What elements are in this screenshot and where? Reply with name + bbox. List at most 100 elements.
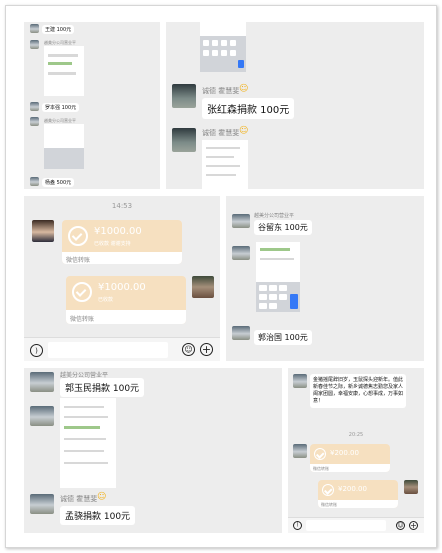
screenshot-thumbnail (60, 398, 116, 488)
sender-name: 诚德 霍慧斐 (202, 129, 240, 137)
transfer-amount: ¥1000.00 (94, 226, 142, 237)
key (203, 40, 209, 46)
sender-name: 诚德 霍慧斐 (60, 495, 98, 503)
transfer-card[interactable]: ¥200.00 微信转账 (318, 480, 398, 508)
key (230, 40, 236, 46)
key (259, 303, 267, 309)
key (230, 50, 236, 56)
sender-name: 诚德 霍慧斐 (202, 87, 240, 95)
transfer-amount: ¥200.00 (338, 485, 367, 493)
send-key (290, 294, 298, 309)
avatar (30, 24, 39, 33)
screenshot-line (64, 462, 108, 464)
avatar (232, 326, 250, 340)
key (279, 285, 287, 291)
message-bubble: 杨盎 500元 (42, 178, 75, 187)
chat-input-bar: ) ☺ + (288, 517, 424, 533)
plus-icon[interactable]: + (200, 343, 213, 356)
emoji-icon[interactable]: ☺ (182, 343, 195, 356)
transfer-card[interactable]: ¥1000.00 已收款 微信转账 (66, 276, 186, 324)
received-check-icon (68, 226, 88, 246)
avatar (172, 128, 196, 152)
collage-frame: 王建 100元 越美分公司营业平 罗本强 100元 越美分公司营业平 杨盎 50… (5, 5, 437, 548)
transfer-amount: ¥1000.00 (98, 282, 146, 293)
screenshot-line (260, 248, 290, 251)
greeting-message: 金猪摇尾辞旧岁，玉鼠探头迎新年。值此新春佳节之际，新乡诚德焦志勤您及家人阖家团圆… (310, 374, 406, 408)
key (269, 303, 277, 309)
screenshot-line (64, 450, 104, 452)
keyboard-thumbnail (200, 36, 246, 72)
timestamp: 20:25 (348, 432, 364, 438)
avatar (232, 214, 250, 228)
avatar (404, 480, 418, 494)
message-input[interactable] (306, 520, 386, 531)
message-bubble: 罗本强 100元 (42, 103, 80, 112)
chat-panel-bottom-left: 越美分公司营业平 郭玉民捐款 100元 诚德 霍慧斐 ☺ 孟骁捐款 100元 (24, 368, 282, 533)
avatar (293, 374, 307, 388)
message-bubble: 谷留东 100元 (254, 220, 312, 235)
message-bubble: 张红森捐款 100元 (202, 98, 295, 119)
avatar (293, 444, 307, 458)
key (269, 294, 277, 300)
timestamp: 14:53 (111, 202, 133, 210)
send-key (238, 60, 244, 68)
chat-panel-top-right: 诚德 霍慧斐 ☺ 张红森捐款 100元 诚德 霍慧斐 ☺ (166, 22, 424, 189)
smile-emoji-icon: ☺ (239, 84, 249, 94)
key (259, 294, 267, 300)
transfer-footer: 微信转账 (318, 500, 398, 508)
screenshot-line (206, 165, 240, 167)
avatar (30, 494, 54, 514)
avatar (30, 177, 39, 186)
message-bubble: 郭玉民捐款 100元 (60, 378, 145, 397)
transfer-note: 已收款 (98, 297, 114, 303)
message-bubble: 郭治国 100元 (254, 330, 312, 345)
plus-icon[interactable]: + (409, 521, 418, 530)
transfer-amount: ¥200.00 (330, 449, 359, 457)
screenshot-line (260, 258, 294, 260)
chat-panel-mid-right: 越美分公司营业平 谷留东 100元 郭治国 100元 (226, 196, 424, 361)
message-input[interactable] (48, 342, 168, 358)
received-check-icon (72, 282, 92, 302)
screenshot-line (48, 54, 78, 57)
transfer-note: 已收款 谢谢支持 (94, 241, 131, 247)
keyboard-thumbnail (256, 282, 300, 312)
key (259, 285, 267, 291)
avatar (192, 276, 214, 298)
keyboard-thumbnail (44, 148, 84, 169)
key (221, 50, 227, 56)
screenshot-line (48, 72, 76, 75)
group-name: 越美分公司营业平 (254, 213, 295, 219)
avatar (30, 117, 39, 126)
emoji-icon[interactable]: ☺ (396, 521, 405, 530)
avatar (32, 220, 54, 242)
smile-emoji-icon: ☺ (239, 126, 249, 136)
screenshot-line (64, 426, 100, 429)
avatar (232, 246, 250, 260)
chat-panel-top-left: 王建 100元 越美分公司营业平 罗本强 100元 越美分公司营业平 杨盎 50… (24, 22, 160, 189)
smile-emoji-icon: ☺ (97, 492, 107, 502)
avatar (30, 372, 54, 392)
screenshot-line (64, 438, 106, 440)
key (269, 285, 277, 291)
chat-panel-bottom-right: 金猪摇尾辞旧岁，玉鼠探头迎新年。值此新春佳节之际，新乡诚德焦志勤您及家人阖家团圆… (288, 368, 424, 533)
screenshot-line (206, 147, 240, 149)
avatar (172, 84, 196, 108)
avatar (30, 406, 54, 426)
screenshot-line (64, 406, 104, 408)
chat-input-bar: ) ☺ + (24, 337, 220, 361)
key (279, 294, 287, 300)
transfer-card[interactable]: ¥200.00 微信转账 (310, 444, 390, 472)
screenshot-line (48, 62, 72, 65)
key (221, 40, 227, 46)
transfer-footer: 微信转账 (66, 310, 186, 324)
key (212, 40, 218, 46)
key (203, 50, 209, 56)
received-check-icon (314, 448, 326, 460)
message-bubble: 王建 100元 (42, 25, 75, 34)
transfer-footer: 微信转账 (310, 464, 390, 472)
transfer-card[interactable]: ¥1000.00 已收款 谢谢支持 微信转账 (62, 220, 182, 264)
transfer-footer: 微信转账 (62, 252, 182, 264)
voice-icon[interactable]: ) (293, 521, 302, 530)
voice-icon[interactable]: ) (30, 344, 43, 357)
message-bubble: 孟骁捐款 100元 (60, 506, 136, 525)
